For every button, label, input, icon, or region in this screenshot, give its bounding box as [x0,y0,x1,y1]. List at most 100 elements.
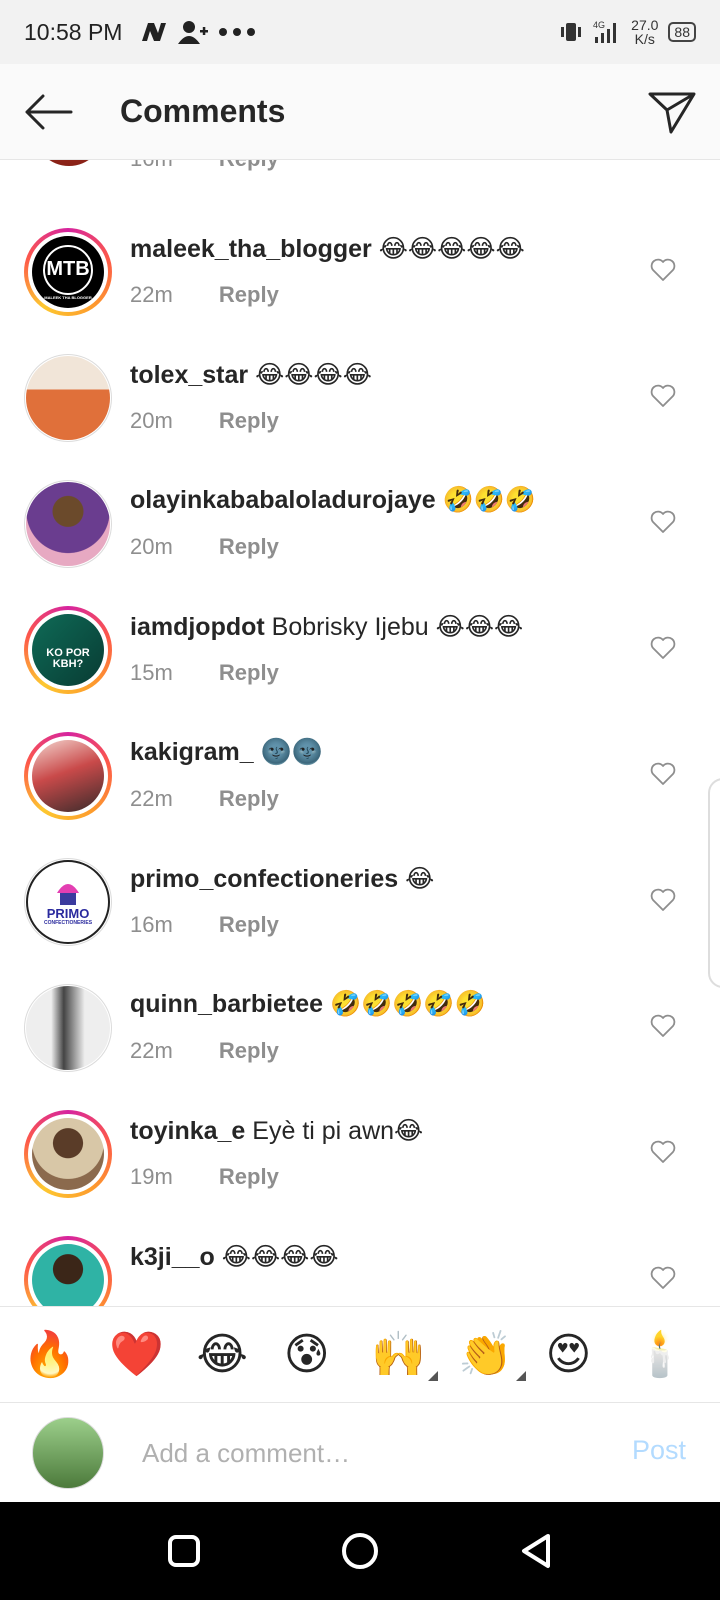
reply-button[interactable]: Reply [219,1038,279,1063]
comment-username[interactable]: tolex_star [130,361,248,389]
heart-icon[interactable] [650,1140,676,1164]
reply-button[interactable]: Reply [219,912,279,937]
network-speed: 27.0 K/s [631,18,658,46]
share-button[interactable] [624,64,720,160]
recent-apps-icon[interactable] [164,1531,204,1571]
avatar-logo-text: MTB [43,244,93,295]
heart-icon[interactable] [650,384,676,408]
heart-icon[interactable] [650,1266,676,1290]
post-button[interactable]: Post [632,1435,686,1466]
system-nav-bar [0,1502,720,1600]
heart-emoji-button[interactable]: ❤️ [109,1307,196,1403]
comment-text: maleek_tha_blogger 😂😂😂😂😂 [130,234,525,264]
comment-username[interactable]: kakigram_ [130,738,254,766]
status-bar: 10:58 PM 4G 27.0 K/s 88 [0,0,720,64]
reply-button[interactable]: Reply [219,534,279,559]
comment-username[interactable]: primo_confectioneries [130,865,398,893]
comment-row: toyinka_e Eyè ti pi awn😂 19m Reply [0,1088,720,1216]
avatar[interactable] [24,984,112,1072]
avatar[interactable] [24,1236,112,1306]
comment-time: 16m [130,912,173,937]
comment-username[interactable]: olayinkababaloladurojaye [130,486,436,514]
avatar[interactable] [34,160,104,166]
avatar-caption-text: CONFECTIONERIES [43,919,93,926]
comment-time: 22m [130,786,173,811]
notification-n-icon [142,23,167,41]
comment-meta: 22m Reply [130,1038,279,1064]
anxious-emoji-button[interactable]: 😰 [284,1307,371,1403]
comment-time: 22m [130,1038,173,1063]
avatar[interactable] [24,480,112,568]
raised-hands-emoji-button[interactable]: 🙌 [371,1307,458,1403]
current-user-avatar [32,1417,104,1489]
reply-button[interactable]: Reply [219,282,279,307]
comment-row: kakigram_ 🌚🌚 22m Reply [0,710,720,838]
comment-body: 😂😂😂😂 [221,1243,339,1271]
comment-body: 🌚🌚 [260,738,323,766]
comment-body: Bobrisky Ijebu 😂😂😂 [271,613,524,641]
heart-icon[interactable] [650,762,676,786]
back-nav-icon[interactable] [516,1531,556,1571]
avatar[interactable] [24,732,112,820]
comment-composer: Post [0,1402,720,1502]
comment-list[interactable]: 16m Reply MTB MALEEK THA BLOGGER maleek_… [0,160,720,1306]
status-time: 10:58 PM [24,18,123,45]
comment-time: 22m [130,282,173,307]
comment-row: olayinkababaloladurojaye 🤣🤣🤣 20m Reply [0,458,720,586]
comment-time: 20m [130,408,173,433]
avatar-caption-text: MALEEK THA BLOGGER [44,294,92,300]
reply-button[interactable]: Reply [219,786,279,811]
fire-emoji-button[interactable]: 🔥 [22,1307,109,1403]
battery-indicator: 88 [668,22,696,42]
comment-username[interactable]: iamdjopdot [130,613,265,641]
status-right-group: 4G 27.0 K/s 88 [559,18,696,46]
reply-button[interactable]: Reply [219,160,279,171]
comments-header: Comments [0,64,720,160]
more-dots-icon [219,28,256,36]
heart-icon[interactable] [650,636,676,660]
comment-username[interactable]: k3ji__o [130,1243,215,1271]
reply-button[interactable]: Reply [219,1164,279,1189]
comment-meta: 15m Reply [130,660,279,686]
avatar[interactable] [24,1110,112,1198]
heart-icon[interactable] [650,258,676,282]
avatar[interactable]: MTB MALEEK THA BLOGGER [24,228,112,316]
avatar[interactable] [24,354,112,442]
heart-eyes-emoji-button[interactable]: 😍 [546,1307,633,1403]
heart-icon[interactable] [650,1014,676,1038]
comment-input[interactable] [142,1433,602,1473]
comment-meta: 22m Reply [130,786,279,812]
edge-panel-handle[interactable] [708,778,720,988]
reply-button[interactable]: Reply [219,660,279,685]
comment-username[interactable]: toyinka_e [130,1117,245,1145]
avatar[interactable]: KO POR KBH? [24,606,112,694]
status-notification-icons [140,20,256,44]
arrow-left-icon [25,94,73,129]
clapping-emoji-button[interactable]: 👏 [458,1307,545,1403]
avatar-logo-text: KO POR KBH? [46,647,90,670]
reply-button[interactable]: Reply [219,408,279,433]
comment-body: 😂😂😂😂 [255,361,372,389]
heart-icon[interactable] [650,888,676,912]
comment-text: toyinka_e Eyè ti pi awn😂 [130,1116,423,1146]
candle-emoji-button[interactable]: 🕯️ [633,1307,720,1403]
signal-icon: 4G [593,20,617,43]
home-icon[interactable] [340,1531,380,1571]
comment-row: quinn_barbietee 🤣🤣🤣🤣🤣 22m Reply [0,962,720,1090]
quick-emoji-bar: 🔥 ❤️ 😂 😰 🙌 👏 😍 🕯️ [0,1306,720,1402]
comment-meta: 20m Reply [130,408,279,434]
comment-body: 😂😂😂😂😂 [378,235,525,263]
back-button[interactable] [0,64,96,160]
comment-username[interactable]: quinn_barbietee [130,990,323,1018]
comment-text: primo_confectioneries 😂 [130,864,434,894]
comment-username[interactable]: maleek_tha_blogger [130,235,372,263]
laughing-emoji-button[interactable]: 😂 [197,1307,284,1403]
comment-row: k3ji__o 😂😂😂😂 [0,1214,720,1306]
comment-time: 19m [130,1164,173,1189]
avatar[interactable]: PRIMO CONFECTIONERIES [24,858,112,946]
paper-plane-icon [648,92,696,133]
raised-hands-emoji-glyph: 🙌 [371,1328,426,1380]
comment-text: tolex_star 😂😂😂😂 [130,360,372,390]
heart-icon[interactable] [650,510,676,534]
avatar-logo-text: PRIMO [46,905,90,921]
